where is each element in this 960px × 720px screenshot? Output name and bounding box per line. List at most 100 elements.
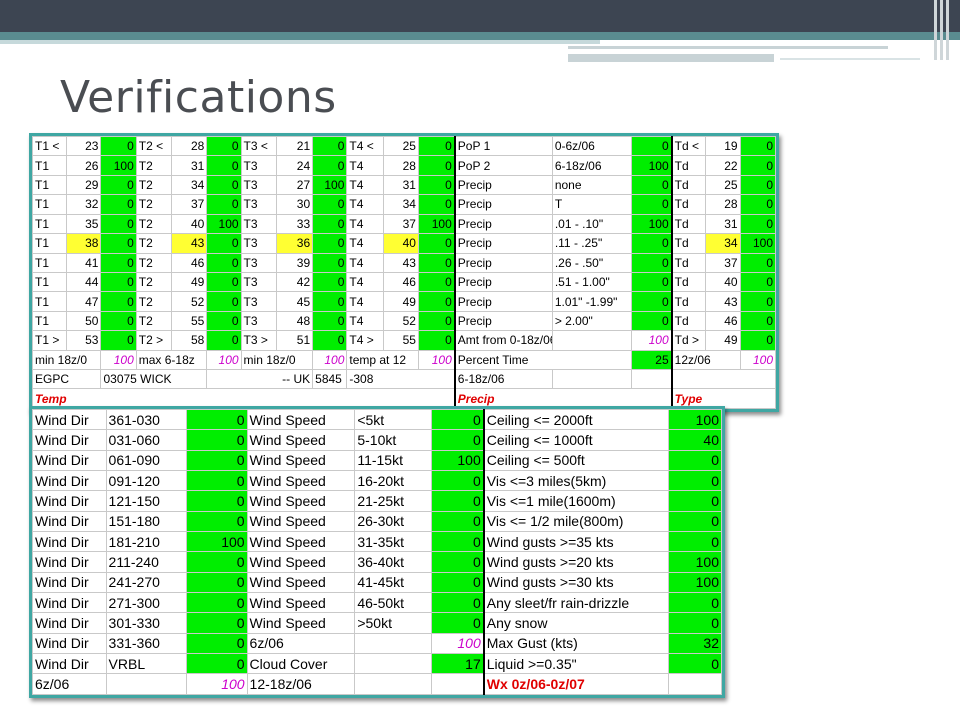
- precip-range: 6-18z/06: [551, 155, 632, 176]
- temp-label: T2: [135, 291, 173, 312]
- td-probability: 0: [739, 194, 777, 215]
- weather-label: Any sleet/fr rain-drizzle: [482, 592, 669, 614]
- temp-probability: 0: [312, 271, 348, 293]
- wind-row: Wind Dir 061-090 0 Wind Speed 11-15kt 100 Ceil…: [32, 449, 723, 472]
- wind-speed-period: 6z/06: [246, 632, 356, 655]
- temp-label: T1: [31, 213, 68, 235]
- temp-row: T1 >53 0 T2 >58 0 T3 >51 0 T4 >55 0 Amt from 0-1…: [31, 330, 777, 351]
- precip-probability: 100: [630, 155, 673, 176]
- cloud-cover-label: Cloud Cover: [246, 653, 356, 675]
- wind-speed-label: Wind Speed: [246, 408, 356, 431]
- precip-range: 0-6z/06: [551, 135, 632, 157]
- summary-row: min 18z/0 100 max 6-18z 100 min 18z/0 100 temp…: [31, 349, 777, 371]
- temp-row: T1 26 100 T2 31 0 T3 24 0 T4 28 0 PoP 2 6-18z/06 100 Td…: [31, 155, 777, 176]
- td-threshold: 46: [705, 310, 741, 332]
- td-probability: 0: [739, 252, 777, 273]
- td-probability: 0: [739, 135, 777, 157]
- wind-speed-range: 26-30kt: [354, 510, 432, 533]
- temp-threshold: 51: [275, 330, 314, 351]
- wind-speed-probability: 0: [430, 408, 485, 431]
- wind-speed-label: Wind Speed: [246, 612, 356, 634]
- temp-label: T3: [240, 291, 277, 312]
- wind-speed-probability: 0: [430, 531, 485, 553]
- temp-row: T1 35 0 T2 40 100 T3 33 0 T4 37 100 Precip .01 - .10"…: [31, 213, 777, 235]
- station-elevation: 5845: [312, 369, 348, 390]
- slide-top-bar: [0, 0, 960, 32]
- summary-label: min 18z/0: [31, 349, 102, 371]
- weather-probability: 0: [667, 612, 723, 634]
- wind-dir-range: 151-180: [105, 510, 188, 533]
- temp-label: T1 >: [31, 330, 68, 351]
- temp-probability: 0: [312, 135, 348, 157]
- temp-label: T2: [135, 213, 173, 235]
- temp-row: T1 44 0 T2 49 0 T3 42 0 T4 46 0 Precip .51 - 1.00" 0 Td…: [31, 271, 777, 293]
- temp-label: T2: [135, 310, 173, 332]
- temp-threshold: 26: [66, 155, 102, 176]
- temp-threshold: 42: [275, 271, 314, 293]
- td-label: Td: [670, 310, 707, 332]
- empty-cell: [354, 632, 432, 655]
- wind-speed-label: Wind Speed: [246, 490, 356, 512]
- temp-threshold: 43: [171, 233, 208, 254]
- temp-probability: 0: [100, 233, 137, 254]
- wind-speed-range: 36-40kt: [354, 551, 432, 573]
- wind-dir-range: 181-210: [105, 531, 188, 553]
- td-label: Td: [670, 174, 707, 196]
- wind-dir-range: 331-360: [105, 632, 188, 655]
- weather-label: Wind gusts >=20 kts: [482, 551, 669, 573]
- temp-label: T4: [346, 233, 384, 254]
- td-threshold: 22: [705, 155, 741, 176]
- temp-label: T3: [240, 194, 277, 215]
- temp-threshold: 50: [66, 310, 102, 332]
- precip-probability: 0: [630, 310, 673, 332]
- wind-dir-period-value: 100: [186, 673, 248, 695]
- summary-value: 100: [312, 349, 348, 371]
- precip-label: Precip: [453, 233, 553, 254]
- temp-probability: 0: [206, 330, 242, 351]
- precip-range: .01 - .10": [551, 213, 632, 235]
- td-label: Td: [670, 291, 707, 312]
- td-threshold: 19: [705, 135, 741, 157]
- temp-threshold: 32: [66, 194, 102, 215]
- wind-speed-label: Wind Speed: [246, 531, 356, 553]
- temp-label: T3: [240, 213, 277, 235]
- wind-dir-label: Wind Dir: [32, 470, 107, 492]
- td-probability: 0: [739, 174, 777, 196]
- wind-dir-range: 121-150: [105, 490, 188, 512]
- temp-label: T2: [135, 233, 173, 254]
- weather-label: Ceiling <= 500ft: [482, 449, 669, 472]
- wind-speed-range: 41-45kt: [354, 571, 432, 594]
- precip-label: Precip: [453, 291, 553, 312]
- temp-probability: 0: [417, 252, 456, 273]
- precip-probability: 0: [630, 271, 673, 293]
- precip-label: Precip: [453, 252, 553, 273]
- wind-dir-range: 271-300: [105, 592, 188, 614]
- temp-label: T2 <: [135, 135, 173, 157]
- td-probability: 0: [739, 271, 777, 293]
- temp-threshold: 46: [382, 271, 419, 293]
- td-threshold: 49: [705, 330, 741, 351]
- precip-period: 6-18z/06: [453, 369, 553, 390]
- temp-threshold: 53: [66, 330, 102, 351]
- station-row: EGPC 03075 WICK -- UK 5845 -308 6-18z/06: [31, 369, 776, 390]
- weather-probability: 40: [667, 429, 723, 451]
- wind-dir-range: 061-090: [105, 449, 188, 472]
- wind-speed-label: Wind Speed: [246, 592, 356, 614]
- temp-label: T4: [346, 271, 384, 293]
- temp-label: T4: [346, 155, 384, 176]
- wind-dir-period: 6z/06: [32, 673, 107, 695]
- wind-speed-probability: 0: [430, 429, 485, 451]
- wind-dir-range: 031-060: [105, 429, 188, 451]
- temp-threshold: 55: [171, 310, 208, 332]
- precip-probability: 0: [630, 291, 673, 312]
- summary-value: 25: [630, 349, 673, 371]
- temp-threshold: 25: [382, 135, 419, 157]
- temp-probability: 0: [312, 233, 348, 254]
- precip-label: PoP 2: [453, 155, 553, 176]
- precip-range: .26 - .50": [551, 252, 632, 273]
- wind-speed-probability: 0: [430, 592, 485, 614]
- temp-threshold: 55: [382, 330, 419, 351]
- wind-row: Wind Dir 181-210 100 Wind Speed 31-35kt 0 Wind…: [32, 531, 723, 553]
- temp-label: T1: [31, 174, 68, 196]
- temp-threshold: 46: [171, 252, 208, 273]
